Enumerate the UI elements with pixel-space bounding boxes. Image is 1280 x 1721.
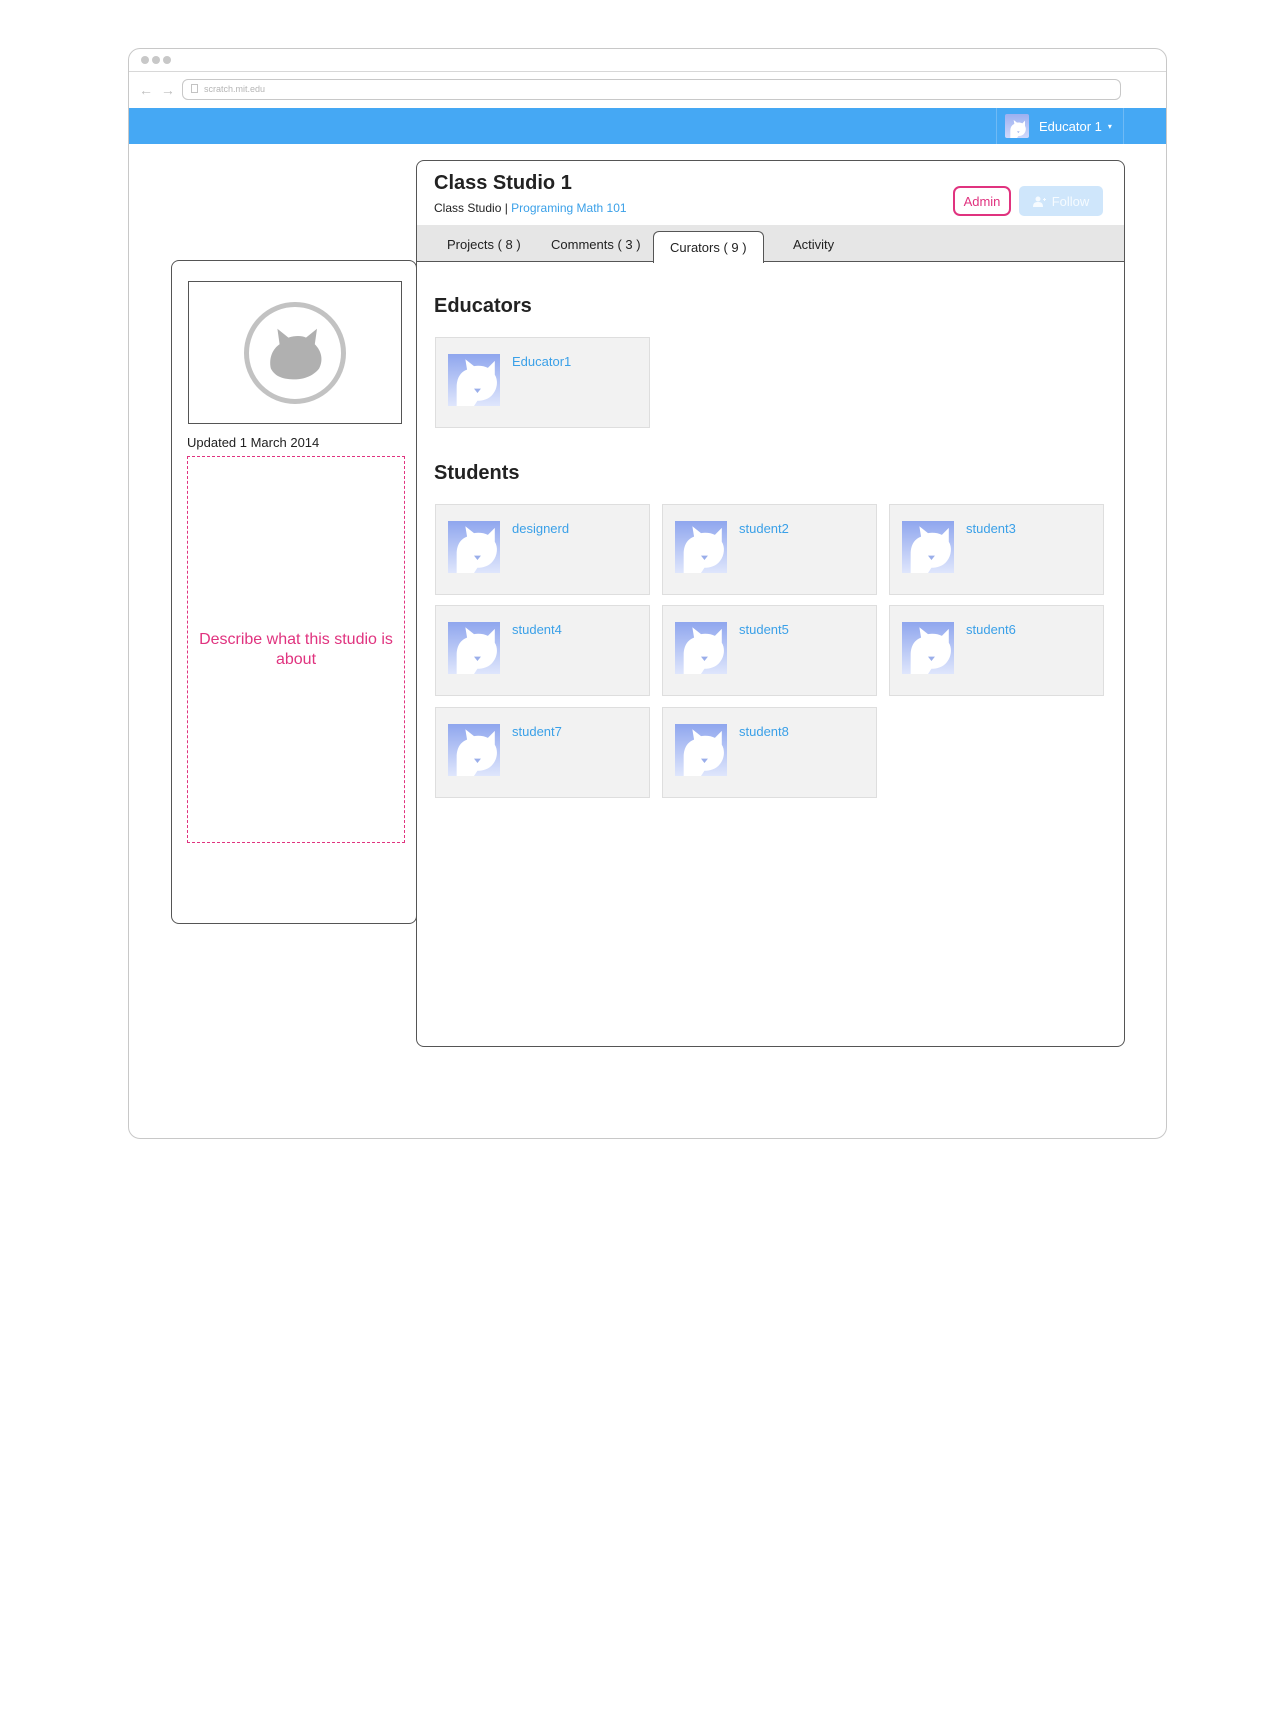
page-icon bbox=[191, 84, 198, 93]
member-card[interactable]: student6 bbox=[889, 605, 1104, 696]
cat-placeholder-icon bbox=[270, 328, 322, 379]
follow-button[interactable]: Follow bbox=[1019, 186, 1103, 216]
avatar bbox=[448, 521, 500, 573]
member-name[interactable]: designerd bbox=[512, 521, 569, 536]
member-card[interactable]: student3 bbox=[889, 504, 1104, 595]
cat-avatar-icon bbox=[448, 622, 500, 674]
thumbnail-placeholder bbox=[244, 301, 346, 404]
member-name[interactable]: student5 bbox=[739, 622, 789, 637]
avatar bbox=[675, 622, 727, 674]
tab-comments[interactable]: Comments ( 3 ) bbox=[551, 237, 641, 252]
member-card[interactable]: student2 bbox=[662, 504, 877, 595]
member-card[interactable]: student4 bbox=[435, 605, 650, 696]
back-forward-arrows-icon[interactable]: ← → bbox=[139, 82, 177, 98]
member-name[interactable]: student7 bbox=[512, 724, 562, 739]
cat-avatar-icon bbox=[448, 724, 500, 776]
chrome-divider bbox=[129, 71, 1166, 72]
studio-subtitle: Class Studio | Programing Math 101 bbox=[434, 201, 627, 215]
window-controls bbox=[141, 56, 171, 64]
cat-avatar-icon bbox=[902, 521, 954, 573]
browser-window: ← → scratch.mit.edu Educator 1 ▾ Updated… bbox=[128, 48, 1167, 1139]
avatar bbox=[448, 724, 500, 776]
user-plus-icon bbox=[1032, 196, 1046, 207]
updated-date: Updated 1 March 2014 bbox=[187, 435, 320, 450]
chevron-down-icon: ▾ bbox=[1107, 121, 1112, 131]
member-name[interactable]: student8 bbox=[739, 724, 789, 739]
studio-sidebar: Updated 1 March 2014 Describe what this … bbox=[171, 260, 417, 924]
address-url: scratch.mit.edu bbox=[204, 84, 266, 94]
avatar bbox=[902, 622, 954, 674]
window-dot[interactable] bbox=[152, 56, 160, 64]
studio-title: Class Studio 1 bbox=[434, 172, 572, 194]
studio-description-field[interactable]: Describe what this studio is about bbox=[187, 456, 405, 843]
window-dot[interactable] bbox=[141, 56, 149, 64]
cat-avatar-icon bbox=[448, 354, 500, 406]
tab-curators[interactable]: Curators ( 9 ) bbox=[653, 231, 764, 263]
member-card[interactable]: student8 bbox=[662, 707, 877, 798]
avatar bbox=[675, 724, 727, 776]
description-placeholder: Describe what this studio is about bbox=[199, 630, 393, 668]
window-dot[interactable] bbox=[163, 56, 171, 64]
cat-avatar-icon bbox=[675, 724, 727, 776]
admin-button[interactable]: Admin bbox=[953, 186, 1011, 216]
avatar bbox=[448, 354, 500, 406]
user-avatar bbox=[1005, 114, 1029, 138]
top-navigation-bar: Educator 1 ▾ bbox=[129, 108, 1166, 144]
avatar bbox=[675, 521, 727, 573]
cat-avatar-icon bbox=[1007, 118, 1027, 138]
educators-heading: Educators bbox=[434, 295, 532, 317]
member-card[interactable]: Educator1 bbox=[435, 337, 650, 428]
studio-tabs: Projects ( 8 ) Comments ( 3 ) Curators (… bbox=[417, 225, 1124, 263]
studio-thumbnail[interactable] bbox=[188, 281, 402, 424]
studio-main-panel: Class Studio 1 Class Studio | Programing… bbox=[416, 160, 1125, 1047]
address-bar[interactable]: scratch.mit.edu bbox=[182, 79, 1121, 100]
cat-avatar-icon bbox=[902, 622, 954, 674]
member-card[interactable]: designerd bbox=[435, 504, 650, 595]
member-name[interactable]: student4 bbox=[512, 622, 562, 637]
member-name[interactable]: Educator1 bbox=[512, 354, 571, 369]
member-name[interactable]: student2 bbox=[739, 521, 789, 536]
cat-avatar-icon bbox=[675, 521, 727, 573]
cat-avatar-icon bbox=[675, 622, 727, 674]
user-name: Educator 1 bbox=[1039, 118, 1102, 134]
students-heading: Students bbox=[434, 462, 520, 484]
studio-type: Class Studio bbox=[434, 201, 502, 215]
class-link[interactable]: Programing Math 101 bbox=[511, 201, 626, 215]
member-name[interactable]: student3 bbox=[966, 521, 1016, 536]
avatar bbox=[448, 622, 500, 674]
follow-label: Follow bbox=[1051, 193, 1090, 209]
user-menu[interactable]: Educator 1 ▾ bbox=[996, 108, 1124, 144]
cat-avatar-icon bbox=[448, 521, 500, 573]
member-card[interactable]: student5 bbox=[662, 605, 877, 696]
member-card[interactable]: student7 bbox=[435, 707, 650, 798]
tab-projects[interactable]: Projects ( 8 ) bbox=[447, 237, 521, 252]
member-name[interactable]: student6 bbox=[966, 622, 1016, 637]
tab-activity[interactable]: Activity bbox=[793, 237, 834, 252]
avatar bbox=[902, 521, 954, 573]
subtitle-separator: | bbox=[501, 201, 512, 215]
